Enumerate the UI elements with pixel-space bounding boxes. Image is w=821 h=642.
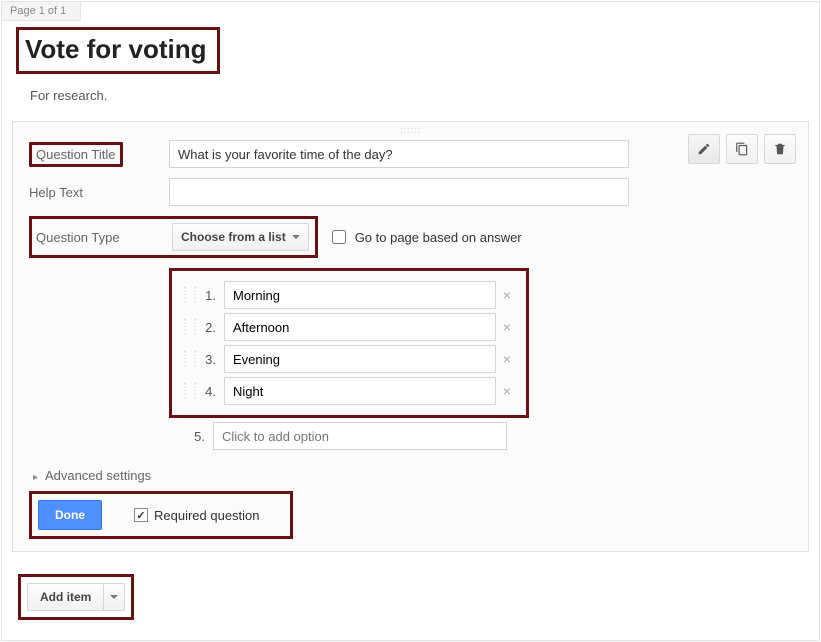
option-input[interactable] (224, 313, 496, 341)
form-title[interactable]: Vote for voting (25, 34, 207, 64)
trash-icon (773, 142, 787, 156)
question-title-input[interactable] (169, 140, 629, 168)
copy-icon (735, 142, 749, 156)
option-remove-button[interactable]: × (496, 319, 518, 335)
row-question-type: Question Type Choose from a list Go to p… (29, 216, 792, 258)
option-input[interactable] (224, 377, 496, 405)
caret-down-icon (292, 235, 300, 239)
drag-handle-icon[interactable]: ⋮⋮⋮⋮ (180, 352, 192, 366)
goto-page-label: Go to page based on answer (355, 230, 522, 245)
add-item-button[interactable]: Add item (28, 584, 104, 610)
row-help-text: Help Text (29, 178, 792, 206)
page-indicator-tab: Page 1 of 1 (2, 2, 81, 21)
form-title-highlight: Vote for voting (16, 27, 220, 74)
add-option-number: 5. (187, 429, 205, 444)
option-number: 2. (198, 320, 216, 335)
page-frame: Page 1 of 1 Vote for voting For research… (1, 1, 820, 641)
question-card: :::::: Question Title Help Tex (12, 121, 809, 552)
drag-handle-icon[interactable]: ⋮⋮⋮⋮ (180, 384, 192, 398)
option-row: ⋮⋮⋮⋮ 3. × (180, 345, 518, 373)
option-row: ⋮⋮⋮⋮ 1. × (180, 281, 518, 309)
triangle-right-icon: ▸ (33, 472, 38, 483)
option-input[interactable] (224, 281, 496, 309)
option-number: 4. (198, 384, 216, 399)
required-checkbox[interactable] (134, 508, 148, 522)
option-remove-button[interactable]: × (496, 351, 518, 367)
add-item-dropdown[interactable] (104, 584, 124, 610)
option-row: ⋮⋮⋮⋮ 2. × (180, 313, 518, 341)
option-row: ⋮⋮⋮⋮ 4. × (180, 377, 518, 405)
option-remove-button[interactable]: × (496, 383, 518, 399)
question-type-highlight: Question Type Choose from a list (29, 216, 318, 258)
add-item-splitbutton: Add item (27, 583, 125, 611)
footer-highlight: Done Required question (29, 491, 293, 539)
form-header: Vote for voting For research. (2, 21, 819, 121)
drag-handle-icon[interactable]: ⋮⋮⋮⋮ (180, 320, 192, 334)
options-area: ⋮⋮⋮⋮ 1. × ⋮⋮⋮⋮ 2. × ⋮⋮⋮⋮ 3. × ⋮⋮⋮⋮ 4. × ⋮⋮ 5. × (169, 268, 529, 450)
drag-handle-icon[interactable]: ⋮⋮⋮⋮ (180, 288, 192, 302)
add-option-row[interactable]: ⋮⋮ 5. × (169, 422, 529, 450)
done-button[interactable]: Done (38, 500, 102, 530)
add-item-highlight: Add item (18, 574, 134, 620)
row-question-title: Question Title (29, 140, 792, 168)
question-type-dropdown[interactable]: Choose from a list (172, 223, 309, 251)
advanced-settings-label: Advanced settings (45, 468, 151, 483)
required-label: Required question (154, 508, 260, 523)
option-input[interactable] (224, 345, 496, 373)
goto-page-control[interactable]: Go to page based on answer (328, 227, 522, 247)
label-question-type: Question Type (36, 230, 162, 245)
form-description[interactable]: For research. (30, 88, 805, 103)
option-number: 1. (198, 288, 216, 303)
duplicate-button[interactable] (726, 134, 758, 164)
add-option-input[interactable] (213, 422, 507, 450)
card-toolbar (688, 134, 796, 164)
advanced-settings-toggle[interactable]: ▸ Advanced settings (33, 468, 792, 483)
help-text-input[interactable] (169, 178, 629, 206)
goto-page-checkbox[interactable] (332, 230, 346, 244)
option-number: 3. (198, 352, 216, 367)
label-question-title: Question Title (29, 142, 123, 167)
delete-button[interactable] (764, 134, 796, 164)
question-type-value: Choose from a list (181, 230, 286, 244)
option-remove-button[interactable]: × (496, 287, 518, 303)
add-item-area: Add item (2, 562, 819, 640)
card-drag-handle-icon[interactable]: :::::: (400, 125, 421, 135)
caret-down-icon (110, 595, 118, 599)
options-highlight: ⋮⋮⋮⋮ 1. × ⋮⋮⋮⋮ 2. × ⋮⋮⋮⋮ 3. × ⋮⋮⋮⋮ 4. × (169, 268, 529, 418)
edit-button[interactable] (688, 134, 720, 164)
label-help-text: Help Text (29, 185, 169, 200)
page-indicator-text: Page 1 of 1 (10, 5, 66, 17)
pencil-icon (697, 142, 711, 156)
required-control[interactable]: Required question (134, 508, 260, 523)
